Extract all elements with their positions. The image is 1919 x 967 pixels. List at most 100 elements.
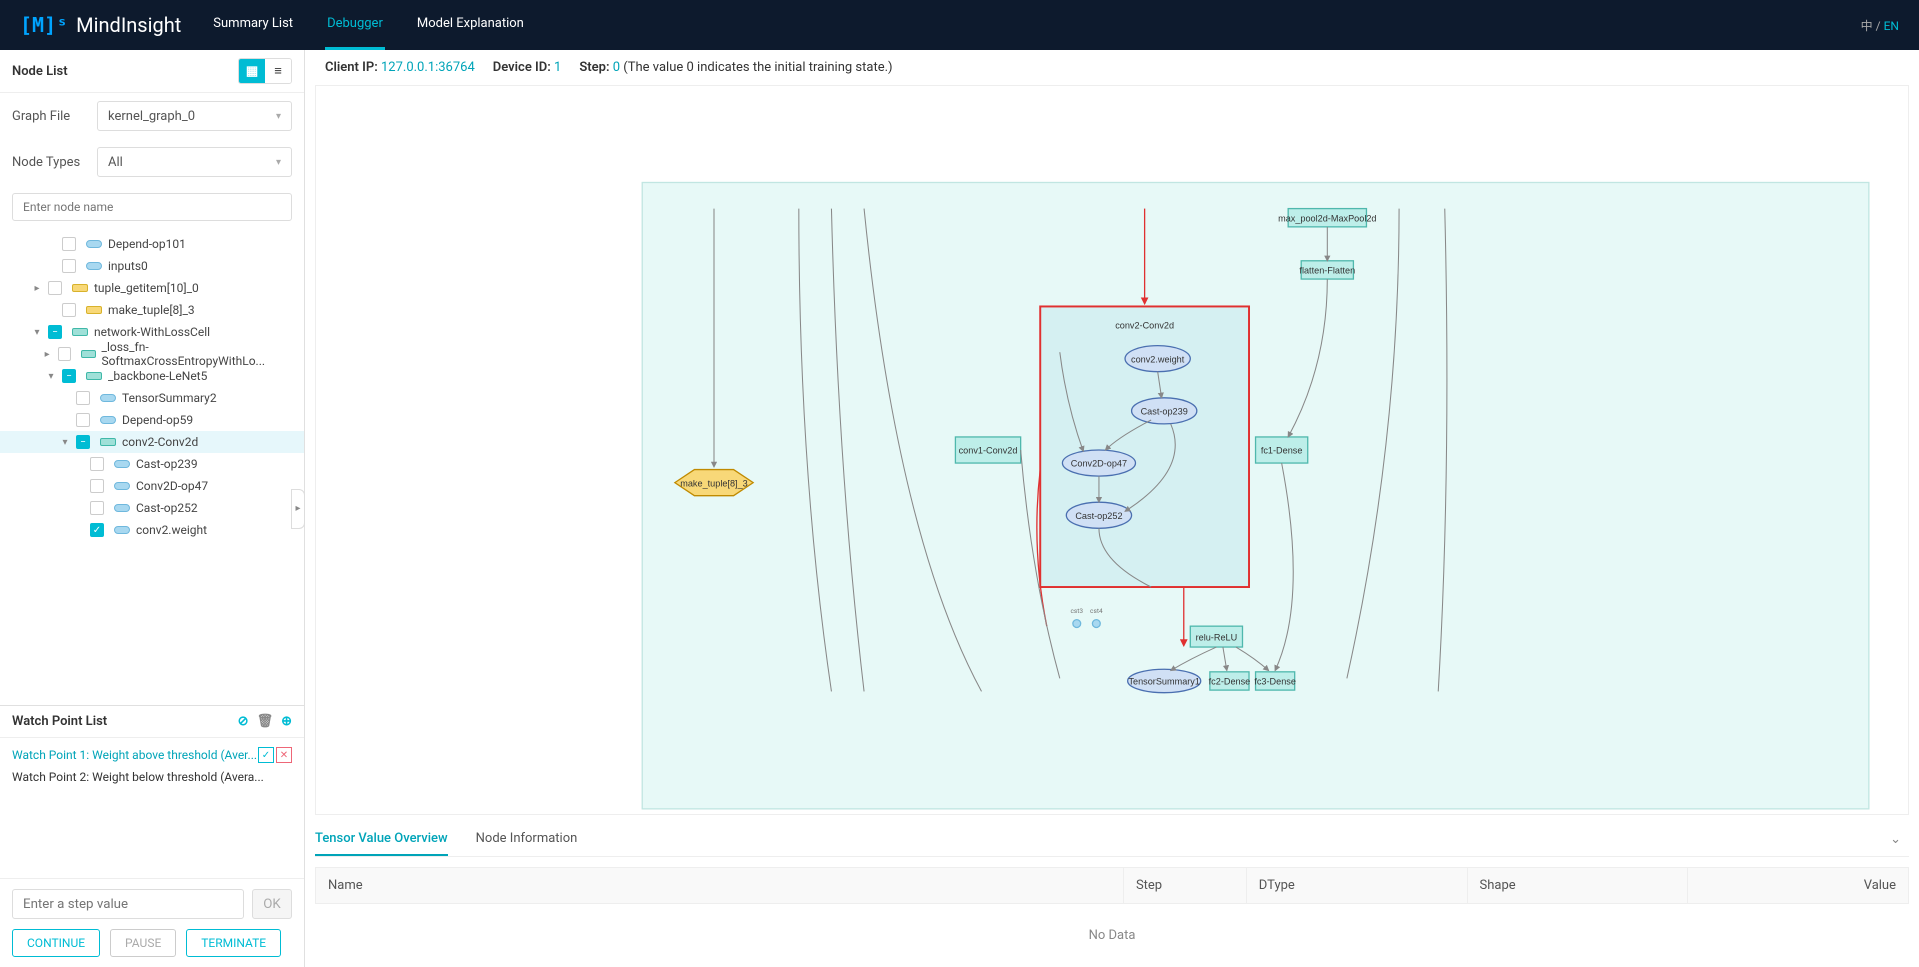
checkbox[interactable] (90, 457, 104, 471)
confirm-icon[interactable]: ✓ (258, 747, 274, 763)
checkbox[interactable]: − (62, 369, 76, 383)
tree-item[interactable]: Depend-op101 (0, 233, 304, 255)
step-value: 0 (613, 60, 620, 75)
tree-item[interactable]: Conv2D-op47 (0, 475, 304, 497)
tree-item[interactable]: make_tuple[8]_3 (0, 299, 304, 321)
ok-button[interactable]: OK (252, 889, 292, 919)
sidebar-footer: OK CONTINUE PAUSE TERMINATE (0, 878, 304, 967)
tab-node-info[interactable]: Node Information (476, 823, 578, 856)
tab-tensor-value[interactable]: Tensor Value Overview (315, 823, 448, 856)
checkbox[interactable] (90, 501, 104, 515)
terminate-button[interactable]: TERMINATE (186, 929, 281, 957)
expander-icon[interactable]: ▾ (58, 437, 72, 448)
continue-button[interactable]: CONTINUE (12, 929, 100, 957)
step-label: Step: (579, 60, 609, 75)
tree-item-label: Depend-op101 (108, 237, 186, 251)
tree-item[interactable]: ▾−conv2-Conv2d (0, 431, 304, 453)
checkbox[interactable] (62, 259, 76, 273)
tab-summary-list[interactable]: Summary List (211, 0, 295, 50)
node-type-icon (114, 482, 130, 490)
chevron-down-icon: ▾ (276, 111, 281, 122)
checkbox[interactable]: − (48, 325, 62, 339)
col-dtype: DType (1247, 868, 1468, 903)
svg-text:flatten-Flatten: flatten-Flatten (1299, 266, 1355, 276)
node-type-icon (100, 394, 116, 402)
node-types-value: All (108, 155, 123, 170)
checkbox[interactable] (58, 347, 71, 361)
tab-debugger[interactable]: Debugger (325, 0, 385, 50)
tensor-table: Name Step DType Shape Value No Data (315, 867, 1909, 967)
tree-item[interactable]: Cast-op252 (0, 497, 304, 519)
graph-file-select[interactable]: kernel_graph_0 ▾ (97, 101, 292, 131)
svg-text:make_tuple[8]_3: make_tuple[8]_3 (680, 478, 747, 488)
tree-item[interactable]: ▸ _loss_fn-SoftmaxCrossEntropyWithLo... (0, 343, 304, 365)
tree-item-label: conv2.weight (136, 523, 207, 537)
node-tree[interactable]: Depend-op101 inputs0▸tuple_getitem[10]_0m… (0, 229, 304, 705)
watch-point-item[interactable]: Watch Point 2: Weight below threshold (A… (12, 766, 292, 788)
lang-en[interactable]: EN (1884, 19, 1899, 33)
logo-text: MindInsight (76, 13, 181, 37)
tree-item[interactable]: Cast-op239 (0, 453, 304, 475)
col-shape: Shape (1468, 868, 1689, 903)
tree-item-label: Cast-op239 (136, 457, 198, 471)
node-types-select[interactable]: All ▾ (97, 147, 292, 177)
checkbox[interactable] (90, 479, 104, 493)
expander-icon[interactable]: ▾ (30, 327, 44, 338)
svg-text:cst4: cst4 (1090, 607, 1103, 615)
svg-text:relu-ReLU: relu-ReLU (1196, 632, 1238, 642)
checkbox[interactable] (76, 391, 90, 405)
watch-point-item[interactable]: Watch Point 1: Weight above threshold (A… (12, 744, 292, 766)
view-list-button[interactable]: ≡ (265, 59, 291, 83)
checkbox[interactable] (62, 237, 76, 251)
checkbox[interactable] (48, 281, 62, 295)
expand-panel-icon[interactable]: ⌄ (1890, 832, 1909, 847)
checkbox[interactable]: − (76, 435, 90, 449)
logo: [M]ˢ MindInsight (20, 13, 181, 37)
client-ip-label: Client IP: (325, 60, 378, 75)
node-type-icon (114, 460, 130, 468)
tree-item-label: _backbone-LeNet5 (108, 369, 207, 383)
check-all-icon[interactable]: ⊘ (238, 714, 249, 729)
svg-text:fc3-Dense: fc3-Dense (1254, 677, 1296, 687)
expander-icon[interactable]: ▾ (44, 371, 58, 382)
checkbox[interactable] (62, 303, 76, 317)
detail-panel: Tensor Value Overview Node Information ⌄… (315, 815, 1909, 967)
view-grid-button[interactable]: ▦ (239, 59, 265, 83)
col-name: Name (316, 868, 1124, 903)
sidebar: Node List ▦ ≡ Graph File kernel_graph_0 … (0, 50, 305, 967)
graph-canvas[interactable]: make_tuple[8]_3 conv1-Conv2d max_pool2d-… (315, 85, 1909, 815)
expander-icon[interactable]: ▸ (30, 283, 44, 294)
device-id-label: Device ID: (493, 60, 551, 75)
tree-item[interactable]: inputs0 (0, 255, 304, 277)
pause-button: PAUSE (110, 929, 176, 957)
node-type-icon (86, 240, 102, 248)
watch-point-panel: Watch Point List ⊘ 🗑 ⊕ Watch Point 1: We… (0, 705, 304, 878)
tab-model-explanation[interactable]: Model Explanation (415, 0, 526, 50)
client-ip-value: 127.0.0.1:36764 (381, 60, 475, 75)
tree-item[interactable]: TensorSummary2 (0, 387, 304, 409)
checkbox[interactable] (76, 413, 90, 427)
graph-file-label: Graph File (12, 109, 87, 124)
nav-tabs: Summary List Debugger Model Explanation (211, 0, 526, 50)
lang-zh[interactable]: 中 (1861, 19, 1873, 33)
tree-item-label: Depend-op59 (122, 413, 193, 427)
add-watchpoint-icon[interactable]: ⊕ (281, 714, 292, 729)
tree-item[interactable]: ▸tuple_getitem[10]_0 (0, 277, 304, 299)
tree-item[interactable]: ✓ conv2.weight (0, 519, 304, 541)
tree-item[interactable]: Depend-op59 (0, 409, 304, 431)
remove-icon[interactable]: ✕ (276, 747, 292, 763)
expander-icon[interactable]: ▸ (41, 349, 54, 360)
delete-icon[interactable]: 🗑 (257, 714, 274, 729)
step-note: (The value 0 indicates the initial train… (623, 60, 892, 75)
node-type-icon (72, 284, 88, 292)
node-search-input[interactable] (12, 193, 292, 221)
main-area: Client IP: 127.0.0.1:36764 Device ID: 1 … (305, 50, 1919, 967)
checkbox[interactable]: ✓ (90, 523, 104, 537)
watch-point-list: Watch Point 1: Weight above threshold (A… (0, 738, 304, 878)
step-input[interactable] (12, 889, 244, 919)
tree-item[interactable]: ▾− _backbone-LeNet5 (0, 365, 304, 387)
node-types-label: Node Types (12, 155, 87, 170)
no-data-text: No Data (315, 904, 1909, 967)
sidebar-collapse-handle[interactable]: ▸ (291, 489, 305, 529)
tree-item-label: _loss_fn-SoftmaxCrossEntropyWithLo... (102, 340, 296, 368)
